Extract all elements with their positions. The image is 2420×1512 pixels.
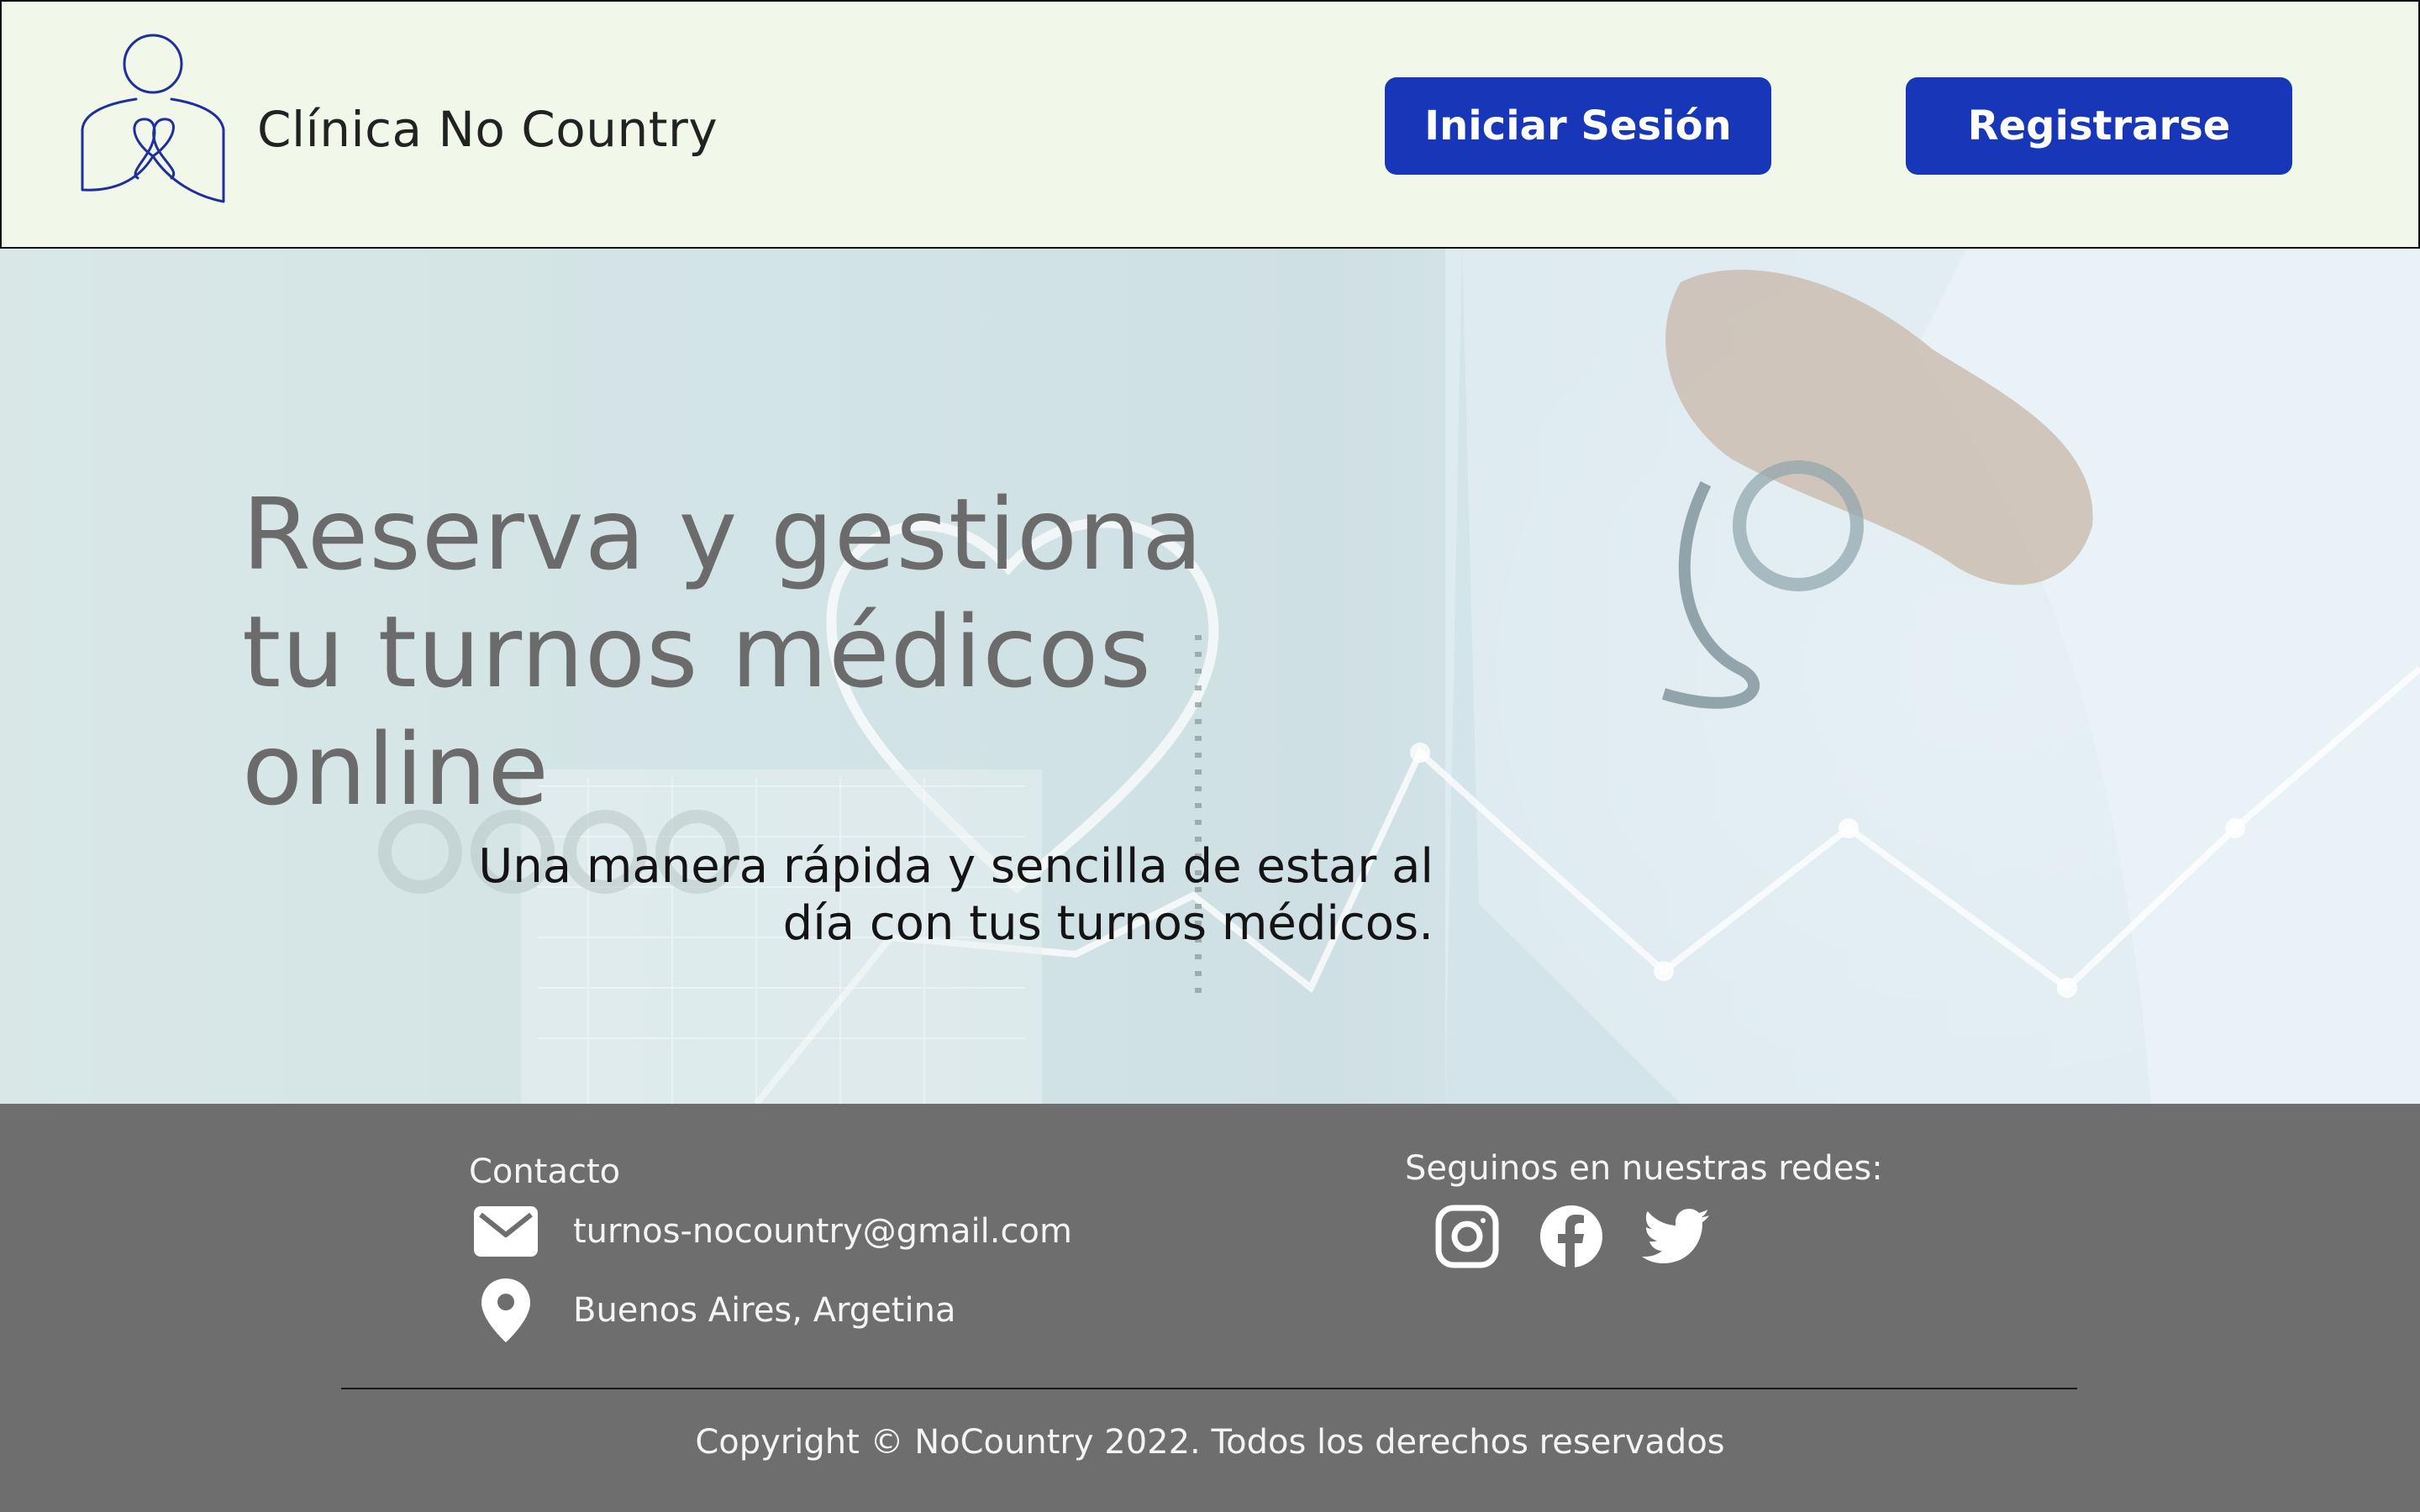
contact-location-row: Buenos Aires, Argetina [471,1275,955,1346]
copyright-text: Copyright © NoCountry 2022. Todos los de… [695,1423,1725,1462]
instagram-icon[interactable] [1434,1203,1501,1270]
mail-icon [471,1196,541,1267]
social-links [1434,1203,1709,1270]
hero-subtitle-line: Una manera rápida y sencilla de estar al [478,839,1434,894]
brand-name: Clínica No Country [257,101,718,158]
location-pin-icon [471,1275,541,1346]
footer-divider [341,1388,2077,1389]
hero-subtitle-line: día con tus turnos médicos. [782,896,1434,951]
hero-title-line: Reserva y gestiona [242,476,1204,592]
contact-location: Buenos Aires, Argetina [573,1291,956,1330]
social-heading: Seguinos en nuestras redes: [1405,1149,1883,1188]
hero-title: Reserva y gestiona tu turnos médicos onl… [242,475,1292,828]
hero-title-line: online [242,711,550,827]
site-footer: Contacto turnos-nocountry@gmail.com Buen… [0,1104,2420,1512]
facebook-icon[interactable] [1538,1203,1605,1270]
hero-section: Reserva y gestiona tu turnos médicos onl… [0,249,2420,1104]
register-button[interactable]: Registrarse [1906,77,2292,175]
contact-email[interactable]: turnos-nocountry@gmail.com [573,1212,1072,1251]
site-header: Clínica No Country Iniciar Sesión Regist… [0,0,2420,249]
login-button[interactable]: Iniciar Sesión [1385,77,1771,175]
clinic-logo-icon[interactable] [79,30,230,207]
twitter-icon[interactable] [1642,1203,1709,1270]
hero-subtitle: Una manera rápida y sencilla de estar al… [471,838,1434,953]
contact-heading: Contacto [469,1152,621,1191]
contact-email-row[interactable]: turnos-nocountry@gmail.com [471,1196,1072,1267]
hero-title-line: tu turnos médicos [242,594,1152,710]
